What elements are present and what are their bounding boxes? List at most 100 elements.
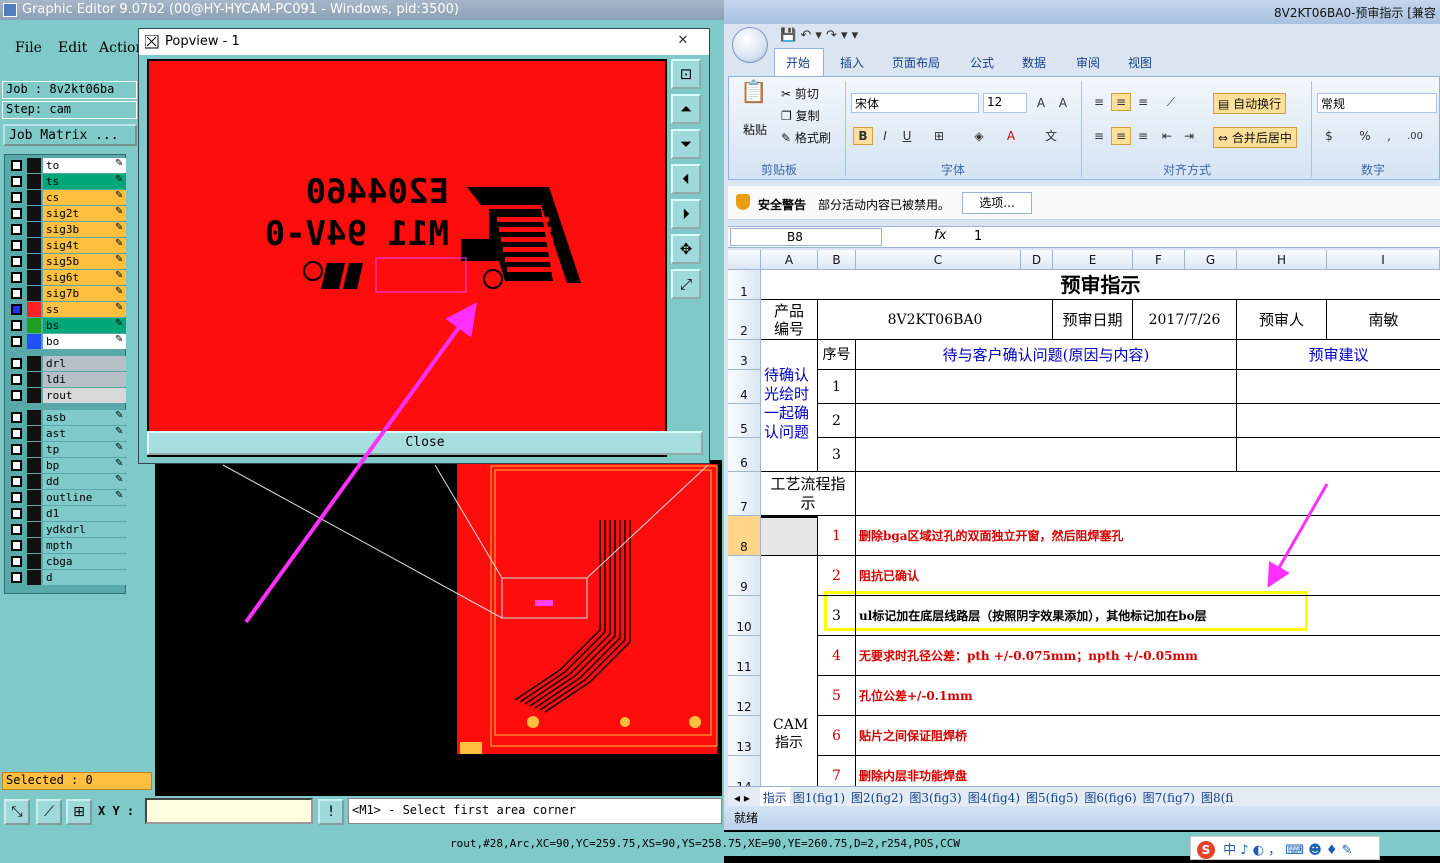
cam-item-text[interactable]: 贴片之间保证阻焊桥 <box>856 716 1440 756</box>
sheet-tab[interactable]: 图5(fig5) <box>1023 787 1081 806</box>
comma-icon[interactable]: , <box>1379 127 1399 145</box>
layer-color-swatch[interactable] <box>27 174 41 189</box>
layer-name[interactable]: cbga <box>43 554 126 569</box>
function-icon[interactable]: fx <box>934 228 946 243</box>
layer-color-swatch[interactable] <box>27 222 41 237</box>
tab-insert[interactable]: 插入 <box>840 54 864 71</box>
layer-name[interactable]: ldi <box>43 372 126 387</box>
security-options-button[interactable]: 选项... <box>962 192 1032 214</box>
sheet-tab[interactable]: 图4(fig4) <box>965 787 1023 806</box>
merge-center-button[interactable]: ⇔ 合并后居中 <box>1213 127 1297 148</box>
layer-row-bp[interactable]: bp ✎ <box>7 458 126 473</box>
issue-cell[interactable] <box>856 404 1237 438</box>
worksheet-grid[interactable]: A B C D E F G H I 1 2 3 4 5 6 7 8 9 10 1… <box>728 250 1440 790</box>
issue-cell[interactable] <box>856 438 1237 472</box>
layer-row-sig2t[interactable]: sig2t ✎ <box>7 206 126 221</box>
layer-row-sig4t[interactable]: sig4t ✎ <box>7 238 126 253</box>
col-header-g[interactable]: G <box>1185 250 1237 270</box>
layer-color-swatch[interactable] <box>27 538 41 553</box>
layer-color-swatch[interactable] <box>27 426 41 441</box>
layer-row-d1[interactable]: d1 <box>7 506 126 521</box>
font-name-select[interactable]: 宋体 <box>851 93 979 113</box>
layer-row-sig7b[interactable]: sig7b ✎ <box>7 286 126 301</box>
layer-row-ldi[interactable]: ldi <box>7 372 126 387</box>
selected-cell-b8-area[interactable] <box>761 516 818 556</box>
font-color-icon[interactable]: A <box>1001 127 1021 145</box>
popview-canvas[interactable]: E204460 M11 94V-0 <box>147 59 667 457</box>
wrap-text-button[interactable]: ▤ 自动换行 <box>1213 93 1287 114</box>
font-size-select[interactable]: 12 <box>983 93 1027 113</box>
suggestion-cell[interactable] <box>1237 370 1440 404</box>
layer-checkbox[interactable] <box>11 492 22 503</box>
row-header[interactable]: 2 <box>728 300 761 340</box>
fill-color-icon[interactable]: ◈ <box>969 127 989 145</box>
bold-icon[interactable]: B <box>853 127 873 145</box>
tab-review[interactable]: 审阅 <box>1076 54 1100 71</box>
layer-color-swatch[interactable] <box>27 302 41 317</box>
grid-icon[interactable]: ⊞ <box>66 799 92 825</box>
layer-row-bs[interactable]: bs ✎ <box>7 318 126 333</box>
layer-row-outline[interactable]: outline ✎ <box>7 490 126 505</box>
col-header-h[interactable]: H <box>1237 250 1327 270</box>
layer-row-sig5b[interactable]: sig5b ✎ <box>7 254 126 269</box>
layer-row-bo[interactable]: bo ✎ <box>7 334 126 349</box>
cam-item-number[interactable]: 5 <box>818 676 856 716</box>
sheet-title[interactable]: 预审指示 <box>761 270 1440 300</box>
layer-color-swatch[interactable] <box>27 318 41 333</box>
align-right-icon[interactable]: ≡ <box>1133 127 1153 145</box>
layer-row-cs[interactable]: cs ✎ <box>7 190 126 205</box>
suggestion-header[interactable]: 预审建议 <box>1237 340 1440 370</box>
layer-row-ts[interactable]: ts ✎ <box>7 174 126 189</box>
cam-item-text[interactable]: 孔位公差+/-0.1mm <box>856 676 1440 716</box>
layer-row-asb[interactable]: asb ✎ <box>7 410 126 425</box>
close-icon[interactable]: ✕ <box>669 33 697 51</box>
ime-toolbar[interactable]: S 中 ♪ ◐ ， ⌨ ☻ ♦ ✎ <box>1190 836 1380 860</box>
layer-color-swatch[interactable] <box>27 372 41 387</box>
measure-icon[interactable]: ⟋ <box>36 799 62 825</box>
layer-name[interactable]: d1 <box>43 506 126 521</box>
layer-name[interactable]: sig3b <box>43 222 126 237</box>
product-no-label[interactable]: 产品编号 <box>761 300 818 340</box>
menu-file[interactable]: File <box>15 40 42 56</box>
process-cell[interactable] <box>856 472 1440 516</box>
cam-item-number[interactable]: 3 <box>818 596 856 636</box>
layer-checkbox[interactable] <box>11 224 22 235</box>
format-painter-button[interactable]: ✎ 格式刷 <box>781 129 831 146</box>
pan-down-icon[interactable]: ⏷ <box>671 129 701 159</box>
layer-checkbox[interactable] <box>11 374 22 385</box>
row-header[interactable]: 7 <box>728 472 761 516</box>
pan-right-icon[interactable]: ⏵ <box>671 199 701 229</box>
layer-row-cbga[interactable]: cbga <box>7 554 126 569</box>
layer-color-swatch[interactable] <box>27 388 41 403</box>
layer-row-mpth[interactable]: mpth <box>7 538 126 553</box>
layer-color-swatch[interactable] <box>27 490 41 505</box>
layer-color-swatch[interactable] <box>27 254 41 269</box>
zoom-out-icon[interactable]: ⤢ <box>671 269 701 299</box>
layer-checkbox[interactable] <box>11 358 22 369</box>
cam-item-number[interactable]: 1 <box>818 516 856 556</box>
review-date-value[interactable]: 2017/7/26 <box>1133 300 1237 340</box>
row-header-selected[interactable]: 8 <box>728 516 761 556</box>
sheet-tab[interactable]: 图6(fig6) <box>1081 787 1139 806</box>
increase-decimal-icon[interactable]: .00 <box>1405 127 1425 145</box>
name-box[interactable]: B8 <box>730 228 882 246</box>
orientation-icon[interactable]: ⟋ <box>1161 93 1181 111</box>
col-header-f[interactable]: F <box>1133 250 1185 270</box>
seq-cell[interactable]: 1 <box>818 370 856 404</box>
layer-row-rout[interactable]: rout <box>7 388 126 403</box>
tab-data[interactable]: 数据 <box>1022 54 1046 71</box>
layer-name[interactable]: asb <box>43 410 126 425</box>
col-header-i[interactable]: I <box>1327 250 1440 270</box>
quick-access-toolbar[interactable]: 💾 ↶ ▾ ↷ ▾ ▾ <box>780 28 858 43</box>
layer-row-ss[interactable]: ss ✎ <box>7 302 126 317</box>
zoom-home-icon[interactable]: ⊡ <box>671 59 701 89</box>
decrease-indent-icon[interactable]: ⇤ <box>1157 127 1177 145</box>
align-top-icon[interactable]: ≡ <box>1089 93 1109 111</box>
zoom-area-icon[interactable]: ⤡ <box>4 799 30 825</box>
currency-icon[interactable]: $ <box>1319 127 1339 145</box>
layer-color-swatch[interactable] <box>27 522 41 537</box>
percent-icon[interactable]: % <box>1355 127 1375 145</box>
cam-item-text[interactable]: 删除内层非功能焊盘 <box>856 756 1440 790</box>
row-header[interactable]: 11 <box>728 636 761 676</box>
row-header[interactable]: 13 <box>728 716 761 756</box>
